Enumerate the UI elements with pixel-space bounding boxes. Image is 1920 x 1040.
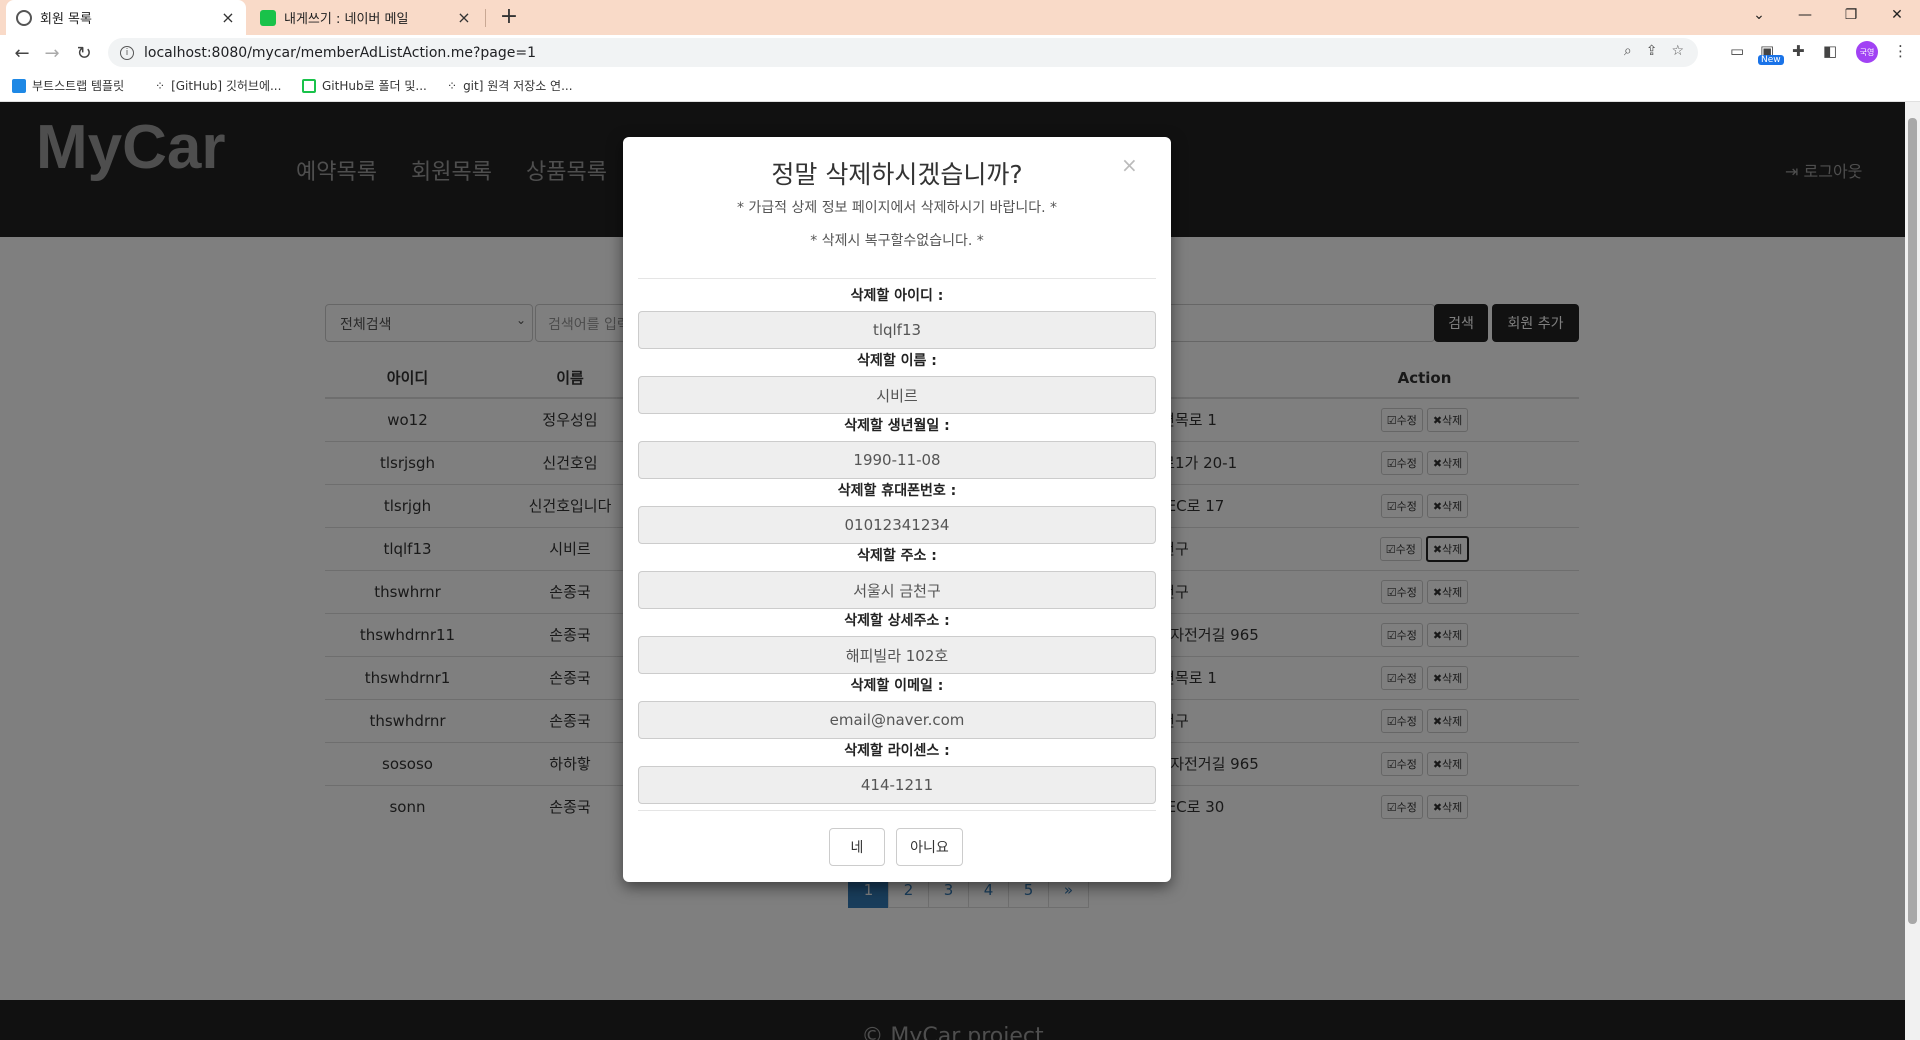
profile-avatar[interactable]: 국영	[1856, 41, 1878, 63]
close-tab-icon[interactable]: ×	[456, 8, 472, 27]
tab-title: 회원 목록	[40, 12, 92, 27]
readonly-field[interactable]: 01012341234	[638, 506, 1156, 544]
tab-naver-mail[interactable]: 내게쓰기 : 네이버 메일 ×	[250, 0, 482, 35]
bookmark-item[interactable]: GitHub로 폴더 및...	[302, 77, 427, 94]
naver-mail-icon	[260, 9, 276, 26]
readonly-field[interactable]: 해피빌라 102호	[638, 636, 1156, 674]
field-label: 삭제할 라이센스 :	[844, 743, 950, 759]
bootstrap-icon	[12, 78, 26, 93]
bookmark-item[interactable]: ⁘ [GitHub] 깃허브에...	[155, 77, 281, 94]
reload-icon[interactable]: ↻	[70, 39, 98, 67]
delete-confirm-modal: 정말 삭제하시겠습니까? × * 가급적 상제 정보 페이지에서 삭제하시기 바…	[623, 137, 1171, 882]
menu-dots-icon[interactable]: ⋮	[1893, 42, 1908, 60]
bookmark-label: 부트스트랩 템플릿	[32, 79, 125, 93]
modal-divider	[638, 810, 1156, 811]
modal-title: 정말 삭제하시겠습니까?	[771, 160, 1023, 189]
bookmark-label: [GitHub] 깃허브에...	[171, 79, 282, 93]
bookmark-item[interactable]: ⁘ git] 원격 저장소 연...	[447, 77, 573, 94]
globe-icon	[16, 9, 32, 26]
modal-notice: * 가급적 상제 정보 페이지에서 삭제하시기 바랍니다. *	[736, 200, 1058, 216]
confirm-no-button[interactable]: 아니요	[896, 828, 963, 866]
github-doc-icon	[302, 78, 316, 93]
new-tab-button[interactable]: +	[496, 4, 522, 29]
scrollbar-thumb[interactable]	[1908, 118, 1917, 924]
field-label: 삭제할 이메일 :	[850, 678, 944, 694]
field-label: 삭제할 이름 :	[857, 353, 937, 369]
share-icon[interactable]: ⇪	[1646, 43, 1658, 59]
modal-warning: * 삭제시 복구할수없습니다. *	[810, 233, 984, 249]
browser-toolbar: ← → ↻ i localhost:8080/mycar/memberAdLis…	[0, 35, 1920, 70]
confirm-yes-button[interactable]: 네	[829, 828, 885, 866]
dots-icon: ⁘	[447, 78, 458, 93]
field-label: 삭제할 주소 :	[857, 548, 937, 564]
field-label: 삭제할 휴대폰번호 :	[837, 483, 957, 499]
modal-divider	[638, 278, 1156, 279]
media-icon[interactable]: ▭	[1730, 42, 1744, 60]
close-window-icon[interactable]: ✕	[1874, 0, 1920, 30]
omnibox-actions: ⌕ ⇪ ☆	[1624, 43, 1684, 59]
readonly-field[interactable]: 서울시 금천구	[638, 571, 1156, 609]
field-label: 삭제할 상세주소 :	[844, 613, 950, 629]
bookmark-star-icon[interactable]: ☆	[1671, 43, 1684, 59]
readonly-field[interactable]: 414-1211	[638, 766, 1156, 804]
address-bar[interactable]: i localhost:8080/mycar/memberAdListActio…	[108, 38, 1698, 67]
forward-icon[interactable]: →	[38, 39, 66, 67]
readonly-field[interactable]: tlqlf13	[638, 311, 1156, 349]
bookmark-item[interactable]: 부트스트랩 템플릿	[12, 77, 124, 94]
side-panel-icon[interactable]: ◧	[1823, 42, 1837, 60]
modal-close-button[interactable]: ×	[1121, 153, 1138, 177]
bookmark-label: GitHub로 폴더 및...	[322, 79, 427, 93]
bookmarks-bar: 부트스트랩 템플릿 ⁘ [GitHub] 깃허브에... GitHub로 폴더 …	[0, 70, 1920, 102]
tab-title: 내게쓰기 : 네이버 메일	[284, 12, 409, 27]
readonly-field[interactable]: 1990-11-08	[638, 441, 1156, 479]
restore-icon[interactable]: ❐	[1828, 0, 1874, 30]
bookmark-label: git] 원격 저장소 연...	[463, 79, 573, 93]
back-icon[interactable]: ←	[8, 39, 36, 67]
readonly-field[interactable]: email@naver.com	[638, 701, 1156, 739]
field-label: 삭제할 생년월일 :	[844, 418, 950, 434]
new-badge: New	[1758, 55, 1784, 65]
close-tab-icon[interactable]: ×	[220, 8, 236, 27]
minimize-icon[interactable]: —	[1782, 0, 1828, 30]
page-scrollbar[interactable]	[1905, 102, 1920, 1040]
tab-strip: 회원 목록 × 내게쓰기 : 네이버 메일 × + ⌄ — ❐ ✕	[0, 0, 1920, 35]
tab-search-icon[interactable]: ⌄	[1736, 0, 1782, 30]
readonly-field[interactable]: 시비르	[638, 376, 1156, 414]
puzzle-icon[interactable]: ✚	[1792, 42, 1805, 60]
field-label: 삭제할 아이디 :	[850, 288, 944, 304]
tab-member-list[interactable]: 회원 목록 ×	[6, 0, 246, 35]
url-text: localhost:8080/mycar/memberAdListAction.…	[144, 44, 536, 61]
site-info-icon[interactable]: i	[120, 45, 134, 60]
zoom-icon[interactable]: ⌕	[1624, 43, 1632, 59]
dots-icon: ⁘	[155, 78, 166, 93]
tab-separator	[485, 9, 486, 27]
